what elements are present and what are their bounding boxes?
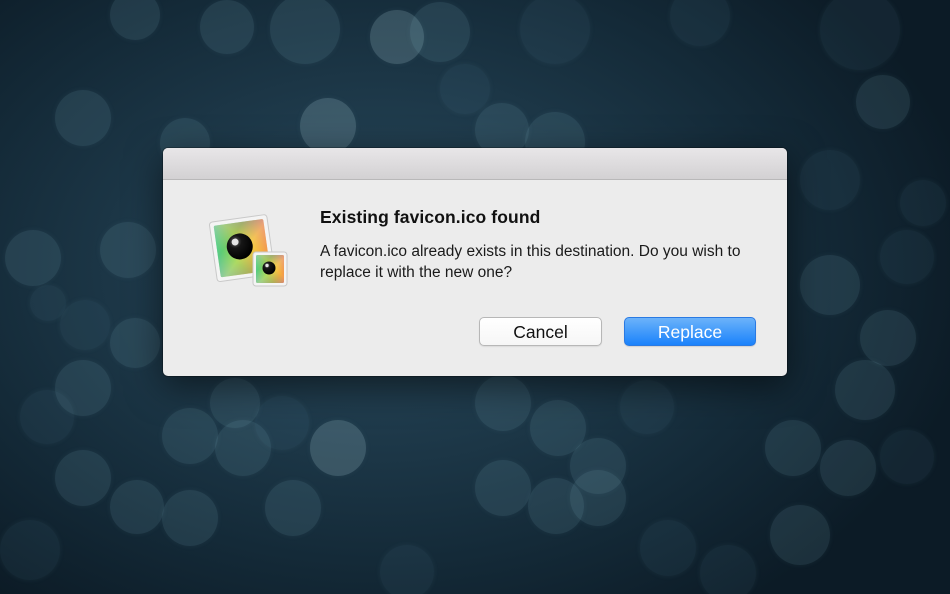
replace-button[interactable]: Replace [624, 317, 756, 346]
dialog-content: Existing favicon.ico found A favicon.ico… [163, 180, 787, 376]
replace-file-dialog: Existing favicon.ico found A favicon.ico… [163, 148, 787, 376]
dialog-title: Existing favicon.ico found [320, 207, 541, 227]
favicon-app-icon [207, 210, 291, 290]
cancel-button[interactable]: Cancel [479, 317, 602, 346]
dialog-message: A favicon.ico already exists in this des… [320, 243, 741, 281]
dialog-titlebar [163, 148, 787, 180]
